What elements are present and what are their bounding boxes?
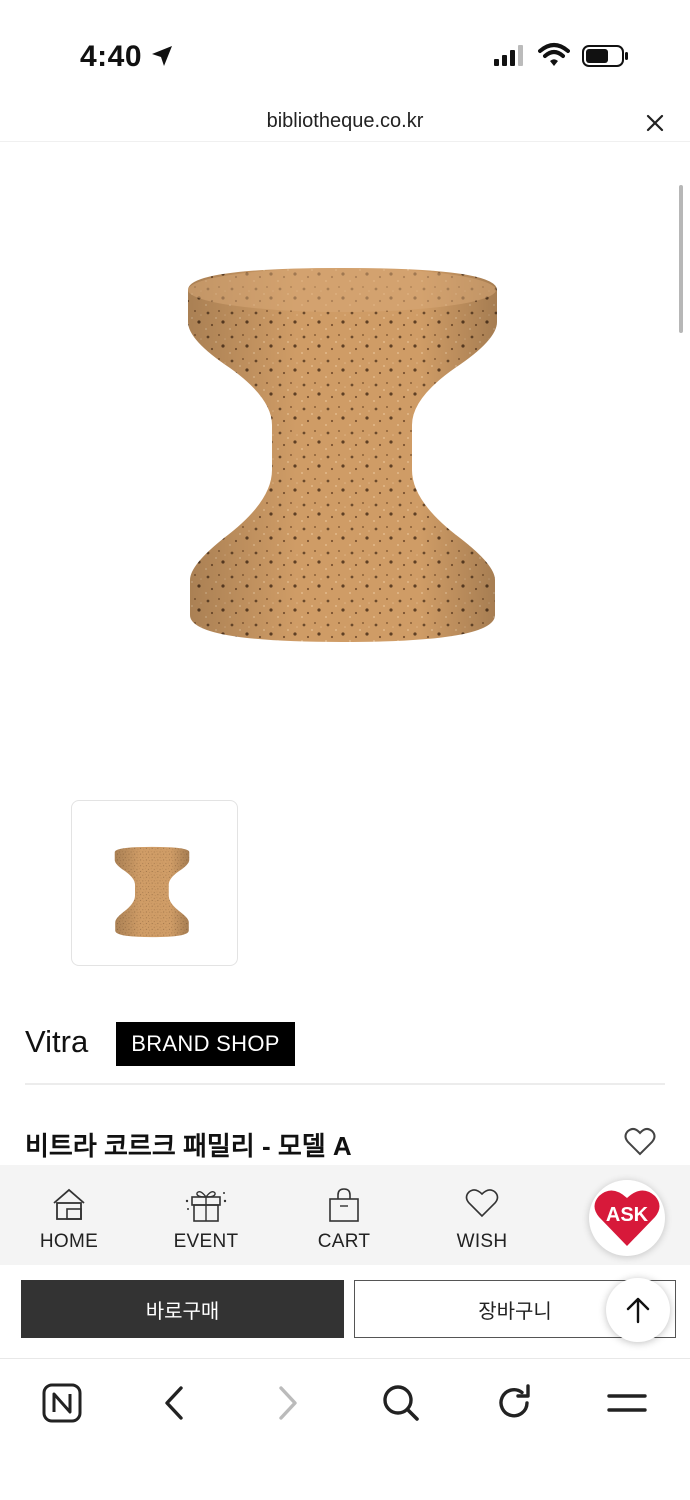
naver-icon [42,1383,82,1423]
status-bar: 4:40 [0,0,690,100]
back-button[interactable] [152,1381,196,1425]
tab-wish[interactable]: WISH [422,1165,542,1265]
scroll-to-top-button[interactable] [606,1278,670,1342]
product-image[interactable] [180,260,505,650]
tab-label: WISH [456,1231,508,1252]
cellular-signal-icon [494,44,523,66]
wishlist-heart-icon[interactable] [624,1127,656,1157]
brand-shop-button[interactable]: BRAND SHOP [116,1022,295,1066]
close-icon[interactable] [642,110,668,136]
gift-icon [185,1190,227,1222]
menu-button[interactable] [605,1381,649,1425]
reload-icon [499,1384,530,1418]
status-time: 4:40 [80,40,143,73]
forward-icon [279,1386,297,1420]
brand-name[interactable]: Vitra [25,1024,88,1060]
home-icon [53,1188,85,1220]
divider [25,1083,665,1085]
forward-button[interactable] [266,1381,310,1425]
bottom-tab-menu: HOME EVENT CART WISH [0,1165,690,1265]
product-title: 비트라 코르크 패밀리 - 모델 A [25,1131,352,1161]
tab-label: CART [317,1231,371,1252]
battery-icon [582,45,628,67]
reload-button[interactable] [492,1381,536,1425]
browser-url-bar: bibliotheque.co.kr [0,100,690,142]
wifi-icon [538,43,570,66]
menu-icon [607,1394,647,1412]
url-text[interactable]: bibliotheque.co.kr [0,110,690,133]
search-button[interactable] [379,1381,423,1425]
ask-label: ASK [605,1204,649,1226]
tab-event[interactable]: EVENT [146,1165,266,1265]
browser-toolbar [0,1358,690,1500]
tab-home[interactable]: HOME [9,1165,129,1265]
product-thumbnail[interactable] [71,800,238,966]
search-icon [383,1385,419,1421]
tab-cart[interactable]: CART [284,1165,404,1265]
arrow-up-icon [626,1297,650,1324]
tab-label: HOME [39,1231,99,1252]
shopping-bag-icon [329,1188,359,1222]
heart-icon [465,1189,499,1218]
back-icon [165,1386,183,1420]
scroll-indicator[interactable] [679,185,683,333]
buy-now-button[interactable]: 바로구매 [21,1280,344,1338]
thumbnail-image [114,846,190,938]
location-arrow-icon [152,46,172,66]
naver-button[interactable] [40,1381,84,1425]
ask-button[interactable]: ASK [589,1180,665,1256]
tab-label: EVENT [173,1231,239,1252]
